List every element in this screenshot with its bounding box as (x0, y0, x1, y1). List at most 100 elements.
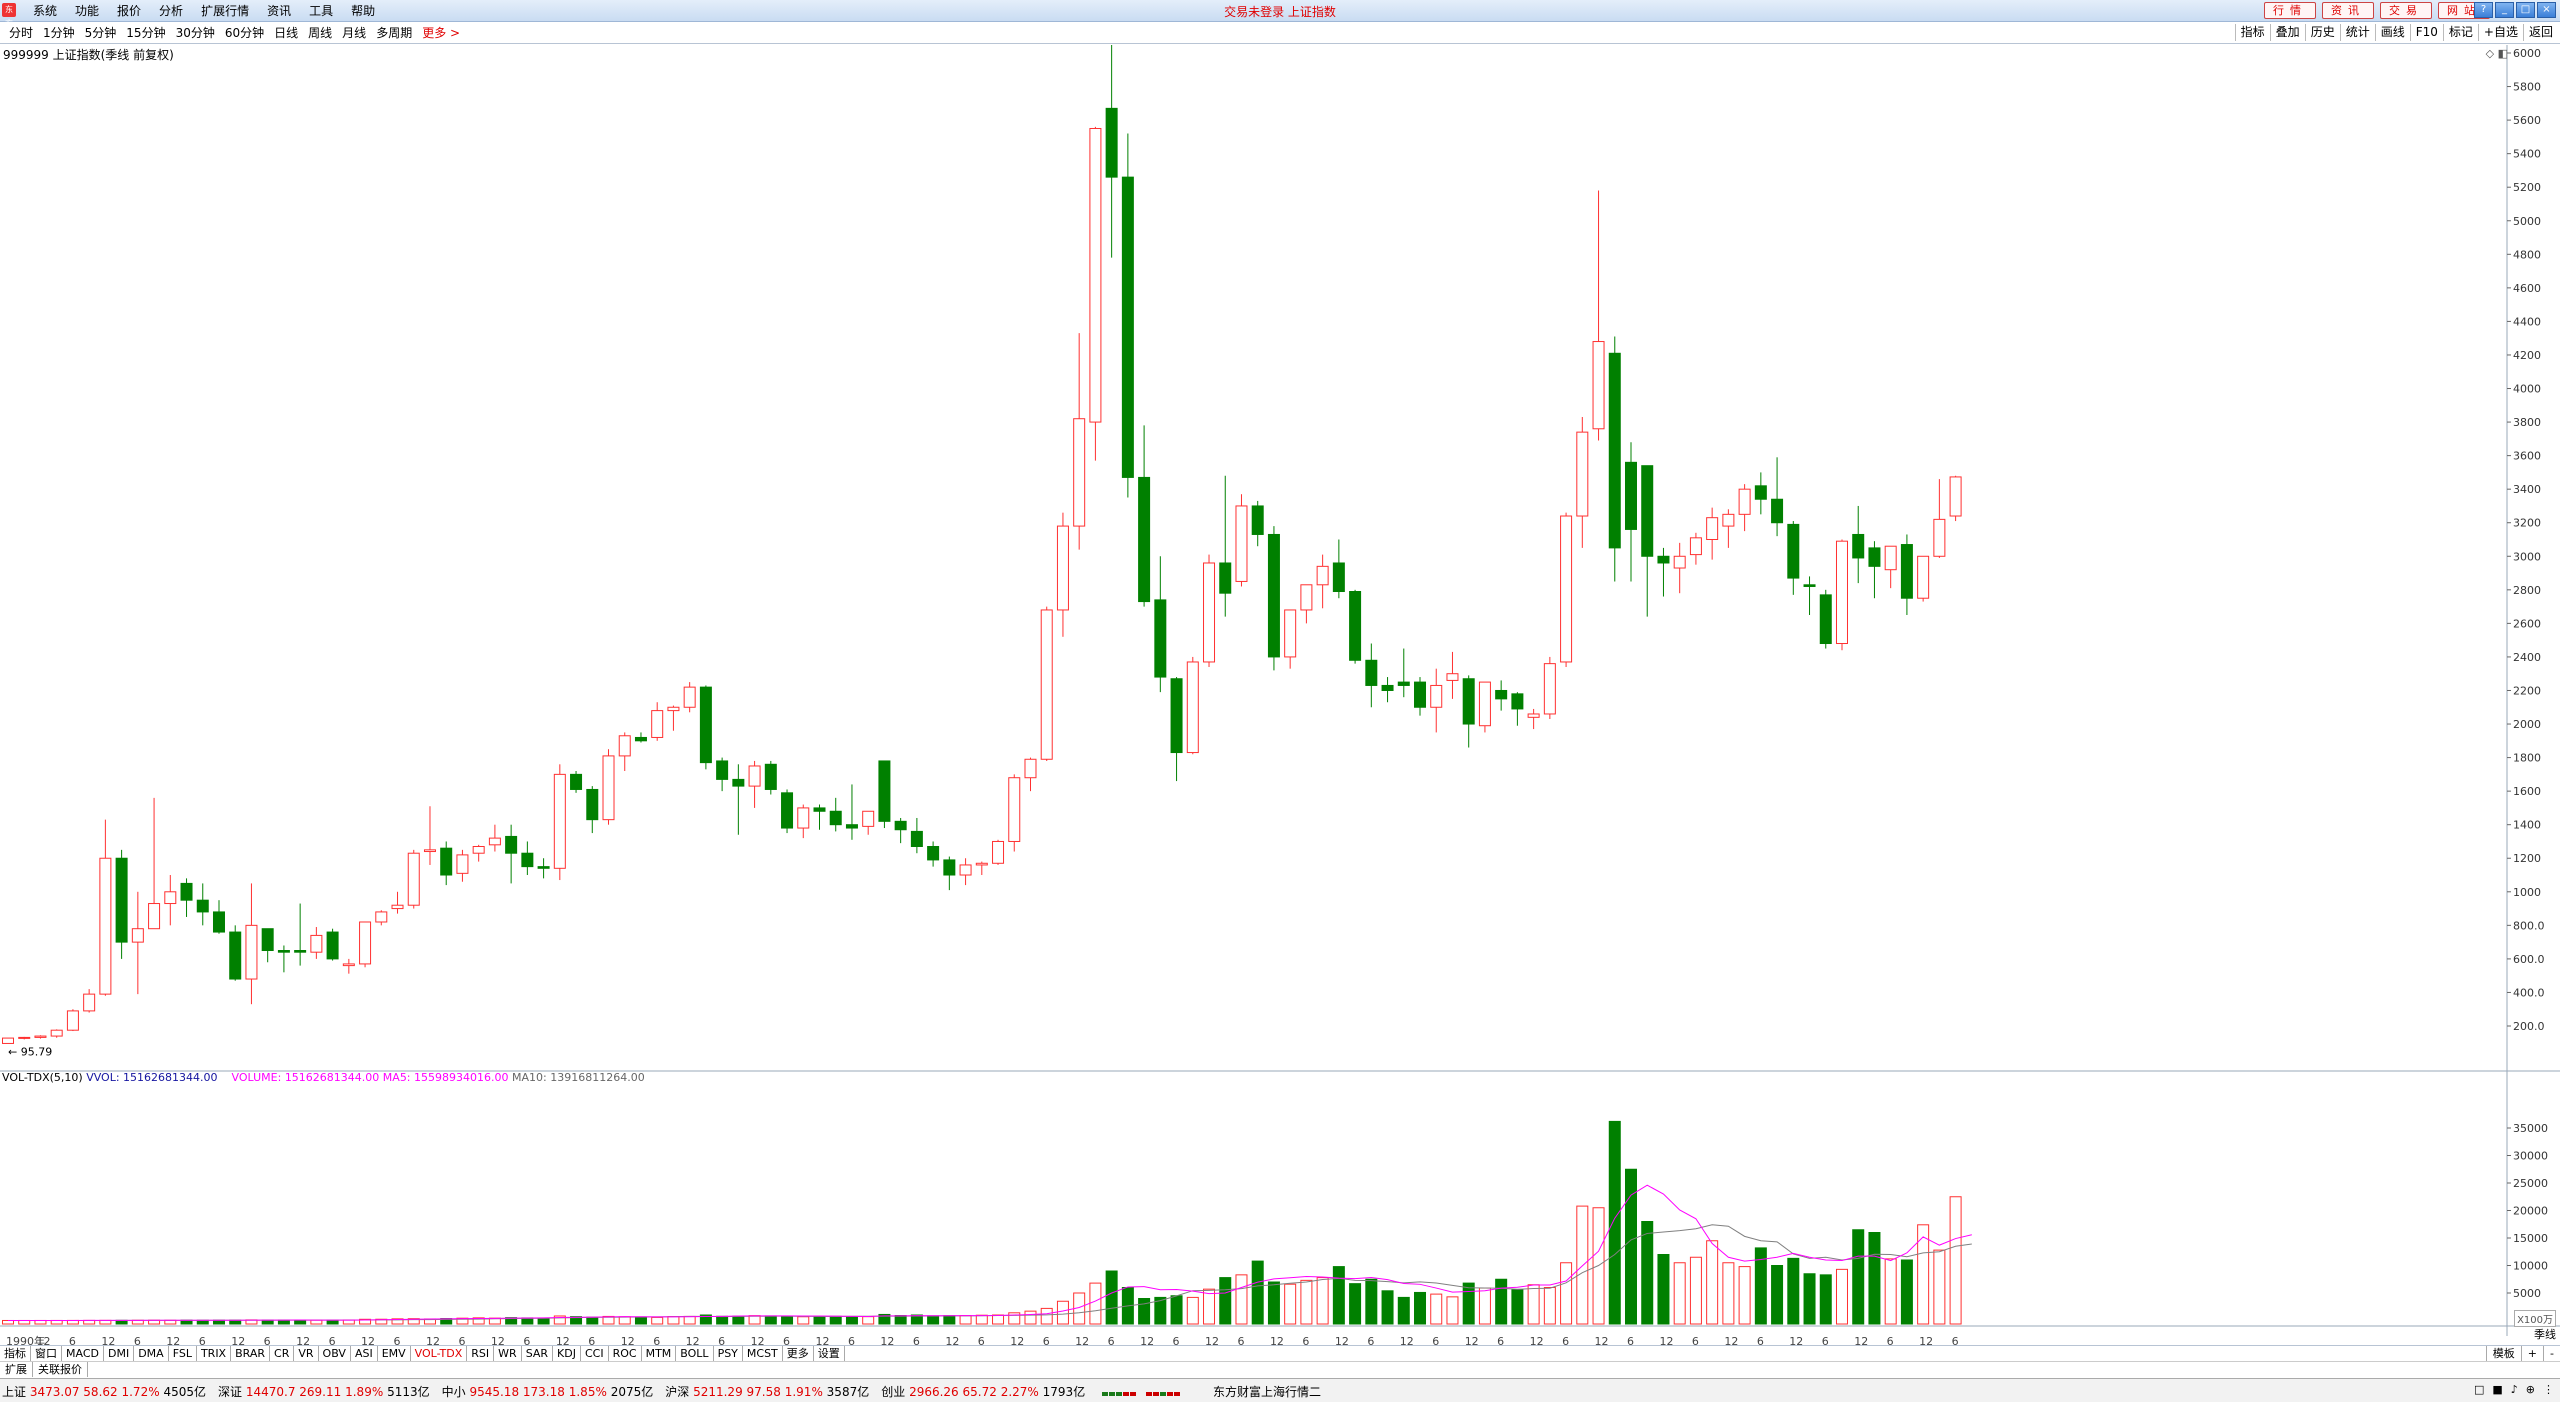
candle-body (1949, 476, 1962, 517)
indicator-tab-18[interactable]: CCI (581, 1346, 609, 1361)
market-item[interactable]: 上证 3473.07 58.62 1.72% 4505亿 (2, 1383, 206, 1400)
period-multi[interactable]: 多周期 (371, 26, 417, 40)
indicator-tab-21[interactable]: BOLL (676, 1346, 714, 1361)
indicator-tab-22[interactable]: PSY (714, 1346, 743, 1361)
indicator-tab-0[interactable]: 指标 (0, 1346, 31, 1361)
indicator-tab-16[interactable]: SAR (522, 1346, 554, 1361)
indicator-tab-19[interactable]: ROC (609, 1346, 642, 1361)
period-weekly[interactable]: 周线 (303, 26, 337, 40)
period-30min[interactable]: 30分钟 (171, 26, 220, 40)
maximize-icon[interactable]: □ (2516, 2, 2535, 18)
volume-bar (1219, 1277, 1232, 1325)
indicator-tab-2[interactable]: MACD (62, 1346, 104, 1361)
volume-bar (634, 1316, 647, 1325)
period-15min[interactable]: 15分钟 (121, 26, 170, 40)
indicator-tab-23[interactable]: MCST (743, 1346, 783, 1361)
tool-draw-line[interactable]: 画线 (2374, 24, 2410, 41)
screen-icon[interactable]: □ (2474, 1383, 2484, 1396)
indicator-tab-15[interactable]: WR (494, 1346, 522, 1361)
x-axis-label: 12 (296, 1335, 310, 1345)
indicator-tab-17[interactable]: KDJ (553, 1346, 581, 1361)
period-5min[interactable]: 5分钟 (80, 26, 122, 40)
indicator-tab-1[interactable]: 窗口 (31, 1346, 62, 1361)
candle-body (440, 847, 453, 876)
period-daily[interactable]: 日线 (269, 26, 303, 40)
news-button[interactable]: 资讯 (2322, 2, 2374, 19)
candle-body (927, 845, 940, 861)
tool-add-watchlist[interactable]: +自选 (2477, 24, 2523, 41)
x-axis-label: 12 (36, 1335, 50, 1345)
menu-help[interactable]: 帮助 (342, 3, 384, 19)
x-axis-label: 6 (978, 1335, 985, 1345)
add-panel-button[interactable]: + (2520, 1346, 2543, 1361)
menu-quote[interactable]: 报价 (108, 3, 150, 19)
period-more[interactable]: 更多 > (417, 26, 465, 40)
market-item[interactable]: 创业 2966.26 65.72 2.27% 1793亿 (881, 1383, 1085, 1400)
menu-system[interactable]: 系统 (24, 3, 66, 19)
indicator-tab-10[interactable]: OBV (319, 1346, 351, 1361)
indicator-tab-6[interactable]: TRIX (197, 1346, 232, 1361)
market-item[interactable]: 深证 14470.7 269.11 1.89% 5113亿 (218, 1383, 430, 1400)
menu-analysis[interactable]: 分析 (150, 3, 192, 19)
chart-area[interactable]: 6000 5800 5600 5400 5200 5000 4800 4600 4400 4200… (0, 45, 2560, 1345)
indicator-tab-20[interactable]: MTM (642, 1346, 677, 1361)
remove-panel-button[interactable]: - (2543, 1346, 2560, 1361)
indicator-tab-11[interactable]: ASI (351, 1346, 378, 1361)
market-item[interactable]: 中小 9545.18 173.18 1.85% 2075亿 (442, 1383, 654, 1400)
volume-bar (1430, 1293, 1443, 1325)
tool-mark[interactable]: 标记 (2442, 24, 2478, 41)
period-monthly[interactable]: 月线 (337, 26, 371, 40)
tab-extension[interactable]: 扩展 (0, 1362, 33, 1377)
template-button[interactable]: 模板 (2485, 1346, 2521, 1361)
server-name[interactable]: 东方财富上海行情二 (1213, 1383, 1321, 1400)
volume-indicator-name[interactable]: VOL-TDX(5,10) (2, 1071, 83, 1084)
volume-bar (1560, 1262, 1573, 1325)
indicator-tab-14[interactable]: RSI (467, 1346, 495, 1361)
candle-body (1154, 599, 1167, 678)
panel-controls[interactable]: ◇ ◧ (2486, 47, 2508, 60)
candle-body (1089, 127, 1102, 423)
tool-history[interactable]: 历史 (2304, 24, 2340, 41)
trade-button[interactable]: 交易 (2380, 2, 2432, 19)
menu-extended-quotes[interactable]: 扩展行情 (192, 3, 258, 19)
indicator-tab-24[interactable]: 更多 (783, 1346, 814, 1361)
sound-icon[interactable]: ♪ (2511, 1383, 2518, 1396)
more-icon[interactable]: ⋮ (2543, 1383, 2554, 1396)
kline-chart[interactable]: 6000 5800 5600 5400 5200 5000 4800 4600 4400 4200… (0, 45, 2560, 1345)
indicator-tab-9[interactable]: VR (294, 1346, 319, 1361)
menu-function[interactable]: 功能 (66, 3, 108, 19)
globe-icon[interactable]: ⊕ (2526, 1383, 2535, 1396)
indicator-tab-8[interactable]: CR (270, 1346, 295, 1361)
tool-back[interactable]: 返回 (2522, 24, 2558, 41)
candle-body (1560, 515, 1573, 663)
volume-bar (326, 1319, 339, 1325)
period-60min[interactable]: 60分钟 (220, 26, 269, 40)
tool-statistics[interactable]: 统计 (2339, 24, 2375, 41)
help-icon[interactable]: ? (2474, 2, 2493, 18)
indicator-tab-13[interactable]: VOL-TDX (411, 1346, 468, 1361)
candle-body (196, 899, 209, 913)
tool-indicator[interactable]: 指标 (2234, 24, 2270, 41)
indicator-tab-3[interactable]: DMI (104, 1346, 135, 1361)
layout-icon[interactable]: ■ (2492, 1383, 2502, 1396)
market-button[interactable]: 行情 (2264, 2, 2316, 19)
indicator-right-controls: 模板 + - (2485, 1346, 2560, 1361)
period-1min[interactable]: 1分钟 (38, 26, 80, 40)
candle-body (115, 857, 128, 943)
indicator-tab-4[interactable]: DMA (134, 1346, 169, 1361)
candle-body (1397, 681, 1410, 686)
indicator-tab-25[interactable]: 设置 (814, 1346, 845, 1361)
market-item[interactable]: 沪深 5211.29 97.58 1.91% 3587亿 (665, 1383, 869, 1400)
tab-related-quotes[interactable]: 关联报价 (33, 1362, 88, 1377)
x-axis-label: 6 (718, 1335, 725, 1345)
menu-tools[interactable]: 工具 (300, 3, 342, 19)
indicator-tab-5[interactable]: FSL (169, 1346, 197, 1361)
close-icon[interactable]: × (2537, 2, 2556, 18)
tool-f10[interactable]: F10 (2409, 24, 2443, 41)
indicator-tab-12[interactable]: EMV (378, 1346, 411, 1361)
indicator-tab-7[interactable]: BRAR (231, 1346, 271, 1361)
minimize-icon[interactable]: _ (2495, 2, 2514, 18)
menu-news[interactable]: 资讯 (258, 3, 300, 19)
tool-overlay[interactable]: 叠加 (2269, 24, 2305, 41)
period-intraday[interactable]: 分时 (4, 26, 38, 40)
